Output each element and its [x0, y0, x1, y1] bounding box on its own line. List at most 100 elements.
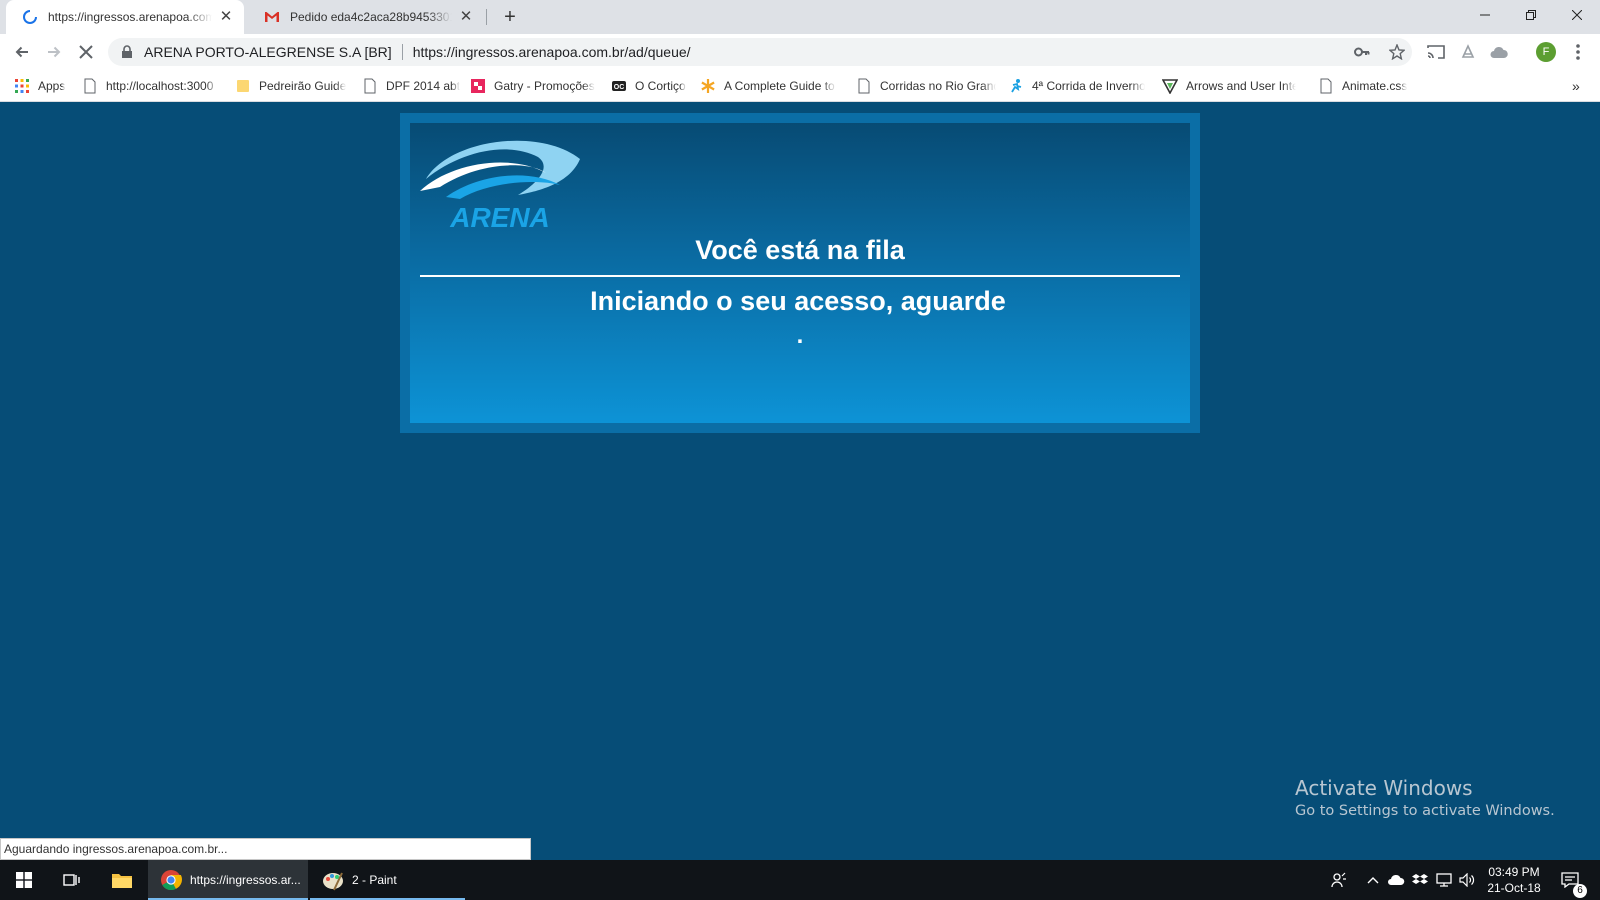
cast-icon [1427, 45, 1445, 59]
extension-button[interactable] [1456, 40, 1480, 64]
tab-separator [486, 9, 487, 25]
minimize-icon [1480, 14, 1490, 16]
queue-panel: ARENA Você está na fila Iniciando o seu … [410, 123, 1190, 423]
cloud-icon [1490, 46, 1508, 58]
network-icon [1436, 873, 1452, 887]
tab-title: Pedido eda4c2aca28b9453301 - Gmail [290, 10, 452, 24]
bookmark-dpf-2014[interactable]: DPF 2014 abt [362, 77, 460, 95]
address-bar[interactable]: ARENA PORTO-ALEGRENSE S.A [BR] https://i… [108, 38, 1412, 66]
speaker-icon [1459, 873, 1475, 887]
arrow-icon [1162, 79, 1178, 94]
stop-icon [79, 45, 93, 59]
windows-logo-icon [16, 872, 32, 888]
task-view-button[interactable] [48, 860, 96, 900]
paint-icon [323, 872, 343, 891]
activate-windows-watermark: Activate Windows Go to Settings to activ… [1295, 776, 1555, 822]
bookmark-pedreirao-guide[interactable]: Pedreirão Guide [235, 77, 346, 95]
dropbox-icon [1412, 874, 1428, 884]
omnibox-divider [401, 44, 403, 60]
close-tab-icon[interactable]: ✕ [218, 9, 234, 25]
taskbar-app-paint[interactable]: 2 - Paint [310, 860, 465, 900]
double-chevron-right-icon: » [1572, 78, 1580, 94]
close-icon [1572, 10, 1582, 20]
cortico-icon: OC [612, 81, 626, 91]
bookmark-gatry[interactable]: Gatry - Promoções [470, 77, 595, 95]
page-icon [858, 78, 870, 94]
gatry-icon [471, 79, 485, 93]
bookmark-localhost[interactable]: http://localhost:3000 [82, 77, 219, 95]
drive-extension-button[interactable] [1487, 40, 1511, 64]
bookmark-apps[interactable]: Apps [14, 77, 65, 95]
bookmark-complete-guide[interactable]: A Complete Guide to [700, 77, 836, 95]
svg-text:OC: OC [614, 84, 625, 91]
people-button[interactable] [1328, 860, 1350, 900]
profile-avatar[interactable]: F [1536, 42, 1556, 62]
taskbar-app-label: https://ingressos.ar... [190, 873, 301, 887]
close-tab-icon[interactable]: ✕ [458, 9, 474, 25]
folder-icon [237, 80, 249, 92]
bookmark-arrows-ui[interactable]: Arrows and User Interface [1162, 77, 1296, 95]
menu-button[interactable] [1566, 40, 1590, 64]
bookmarks-overflow-button[interactable]: » [1572, 77, 1580, 95]
restore-button[interactable] [1508, 0, 1554, 30]
volume-tray-button[interactable] [1456, 860, 1478, 900]
arrow-right-icon [48, 46, 61, 58]
close-window-button[interactable] [1554, 0, 1600, 30]
dropbox-tray-button[interactable] [1409, 860, 1431, 900]
folder-icon [112, 874, 132, 888]
stop-loading-button[interactable] [74, 40, 98, 64]
watermark-subtitle: Go to Settings to activate Windows. [1295, 803, 1555, 819]
onedrive-tray-button[interactable] [1385, 860, 1407, 900]
status-bubble: Aguardando ingressos.arenapoa.com.br... [0, 838, 531, 860]
taskbar-clock[interactable]: 03:49 PM 21-Oct-18 [1478, 864, 1550, 896]
watermark-title: Activate Windows [1295, 776, 1473, 800]
bookmark-corrida-inverno[interactable]: 4ª Corrida de Inverno [1008, 77, 1145, 95]
loading-spinner-icon [23, 10, 37, 24]
queue-status-text: Iniciando o seu acesso, aguarde [590, 286, 1006, 316]
clock-date: 21-Oct-18 [1487, 881, 1541, 895]
file-explorer-button[interactable] [98, 860, 146, 900]
logo-text: ARENA [449, 202, 550, 229]
chrome-icon [161, 870, 182, 891]
minimize-button[interactable] [1462, 0, 1508, 30]
start-button[interactable] [0, 860, 48, 900]
people-icon [1331, 872, 1346, 888]
heading-divider [420, 275, 1180, 277]
progress-dots: . [796, 322, 804, 349]
bookmark-corridas[interactable]: Corridas no Rio Grande [856, 77, 996, 95]
tab-arena-queue[interactable]: https://ingressos.arenapoa.com.br/ad/que… [6, 0, 244, 34]
arrow-left-icon [15, 46, 28, 58]
tab-gmail[interactable]: Pedido eda4c2aca28b9453301 - Gmail ✕ [248, 0, 484, 34]
site-organization: ARENA PORTO-ALEGRENSE S.A [BR] [144, 44, 392, 60]
taskbar-app-label: 2 - Paint [352, 873, 397, 887]
star-bookmark-icon[interactable] [1389, 44, 1405, 60]
tab-strip: https://ingressos.arenapoa.com.br/ad/que… [0, 0, 1600, 34]
show-hidden-icons-button[interactable] [1362, 860, 1384, 900]
page-icon [1320, 78, 1332, 94]
lock-icon [122, 45, 132, 58]
asterisk-icon [701, 79, 715, 93]
more-vertical-icon [1576, 44, 1580, 60]
restore-icon [1526, 10, 1536, 20]
queue-frame: ARENA Você está na fila Iniciando o seu … [400, 113, 1200, 433]
url-text[interactable]: https://ingressos.arenapoa.com.br/ad/que… [413, 44, 691, 60]
clock-time: 03:49 PM [1488, 865, 1540, 879]
page-icon [84, 78, 96, 94]
network-tray-button[interactable] [1433, 860, 1455, 900]
browser-toolbar: ARENA PORTO-ALEGRENSE S.A [BR] https://i… [0, 34, 1600, 70]
back-button[interactable] [10, 40, 34, 64]
cast-button[interactable] [1424, 40, 1448, 64]
page-viewport: ARENA Você está na fila Iniciando o seu … [0, 102, 1600, 860]
forward-button[interactable] [42, 40, 66, 64]
bookmark-o-cortico[interactable]: OC O Cortiço [611, 77, 686, 95]
bookmark-animate-css[interactable]: Animate.css [1318, 77, 1407, 95]
new-tab-button[interactable]: + [498, 5, 522, 29]
runner-icon [1011, 79, 1022, 93]
gmail-icon [265, 12, 279, 22]
taskbar-app-chrome[interactable]: https://ingressos.ar... [148, 860, 308, 900]
tab-title: https://ingressos.arenapoa.com.br/ad/que… [48, 10, 212, 24]
notification-count-badge: 6 [1573, 884, 1587, 898]
task-view-icon [63, 874, 80, 886]
key-icon[interactable] [1354, 45, 1370, 59]
queue-heading: Você está na fila [695, 235, 905, 265]
